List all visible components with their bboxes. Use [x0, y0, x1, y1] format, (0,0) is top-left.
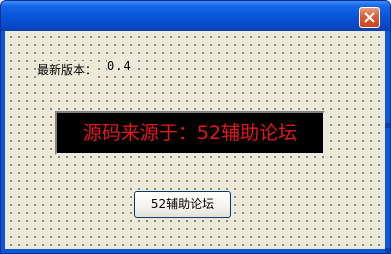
app-window: 最新版本： 0.4 源码来源于：52辅助论坛 52辅助论坛 — [0, 0, 391, 254]
close-button[interactable] — [359, 7, 380, 28]
source-text: 源码来源于：52辅助论坛 — [82, 122, 298, 144]
forum-button[interactable]: 52辅助论坛 — [134, 191, 231, 218]
title-bar[interactable] — [1, 1, 390, 31]
resize-handle-corner[interactable] — [385, 248, 390, 253]
form-client-area: 最新版本： 0.4 源码来源于：52辅助论坛 52辅助论坛 — [5, 31, 385, 249]
close-icon — [364, 12, 375, 23]
resize-handle-right[interactable] — [385, 123, 390, 128]
version-value: 0.4 — [107, 59, 132, 73]
version-label: 最新版本： — [37, 61, 98, 78]
source-panel: 源码来源于：52辅助论坛 — [55, 111, 325, 155]
